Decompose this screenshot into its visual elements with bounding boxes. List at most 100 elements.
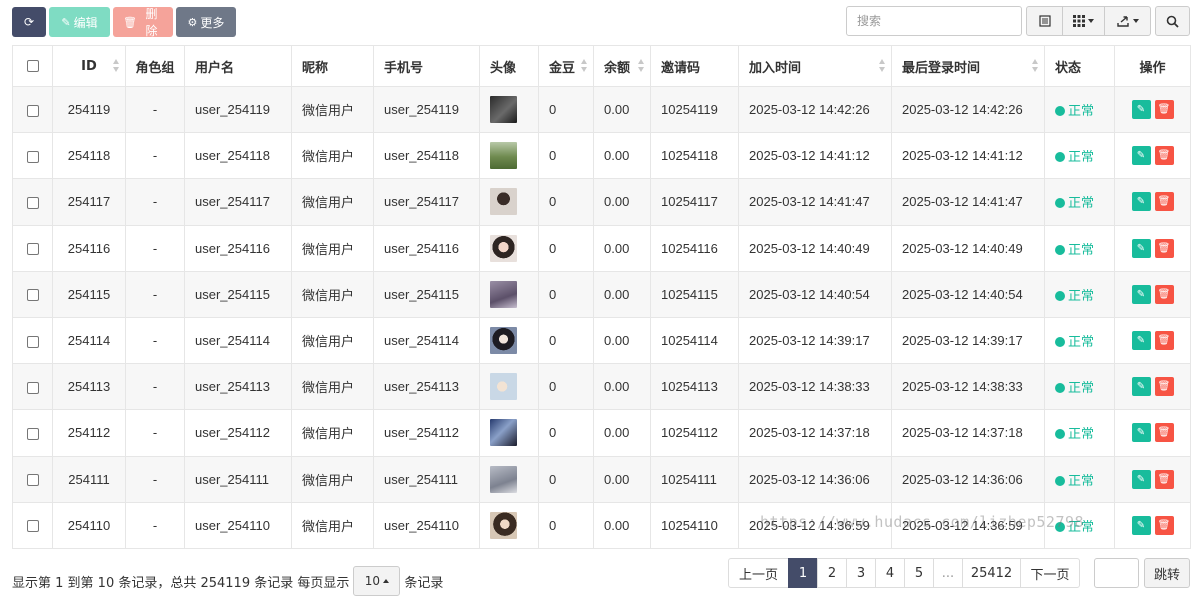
avatar[interactable] bbox=[490, 142, 517, 170]
last-page-button[interactable]: 25412 bbox=[962, 558, 1021, 588]
row-edit-button[interactable]: ✎ bbox=[1131, 469, 1151, 489]
row-edit-button[interactable]: ✎ bbox=[1131, 146, 1151, 166]
row-delete-button[interactable]: 🗑 bbox=[1154, 377, 1174, 397]
status-badge[interactable]: 正常 bbox=[1055, 243, 1094, 258]
table-row[interactable]: 254112- user_254112 微信用户 user_254112 0 0.00 10… bbox=[12, 409, 1191, 457]
columns-button[interactable] bbox=[1063, 6, 1105, 36]
page-4-button[interactable]: 4 bbox=[875, 558, 905, 588]
col-login-time[interactable]: 最后登录时间 bbox=[891, 45, 1045, 87]
cell-mobile: user_254111 bbox=[373, 455, 480, 503]
row-delete-button[interactable]: 🗑 bbox=[1154, 238, 1174, 258]
table-row[interactable]: 254119- user_254119 微信用户 user_254119 0 0.00 10… bbox=[12, 85, 1191, 134]
status-badge[interactable]: 正常 bbox=[1055, 381, 1094, 396]
edit-button[interactable]: ✎ 编辑 bbox=[49, 7, 110, 37]
row-checkbox[interactable] bbox=[26, 289, 39, 302]
row-checkbox[interactable] bbox=[26, 104, 39, 117]
next-page-button[interactable]: 下一页 bbox=[1020, 558, 1080, 588]
status-badge[interactable]: 正常 bbox=[1055, 474, 1094, 489]
status-badge[interactable]: 正常 bbox=[1055, 150, 1094, 165]
avatar[interactable] bbox=[490, 419, 517, 447]
row-edit-button[interactable]: ✎ bbox=[1131, 192, 1151, 212]
jump-page-input[interactable] bbox=[1094, 558, 1139, 588]
cell-login-time: 2025-03-12 14:39:17 bbox=[891, 316, 1045, 365]
avatar[interactable] bbox=[490, 188, 517, 216]
status-badge[interactable]: 正常 bbox=[1055, 427, 1094, 442]
row-edit-button[interactable]: ✎ bbox=[1131, 100, 1151, 120]
row-checkbox[interactable] bbox=[26, 427, 39, 440]
avatar[interactable] bbox=[490, 465, 517, 493]
page-size-select[interactable]: 10 bbox=[353, 566, 401, 596]
search-input[interactable] bbox=[846, 6, 1022, 36]
row-checkbox[interactable] bbox=[26, 243, 39, 256]
page-3-button[interactable]: 3 bbox=[846, 558, 876, 588]
delete-button[interactable]: 🗑 删除 bbox=[113, 7, 173, 38]
refresh-button[interactable]: ⟳ bbox=[12, 7, 46, 37]
cell-login-time: 2025-03-12 14:36:06 bbox=[891, 455, 1045, 503]
prev-page-button[interactable]: 上一页 bbox=[728, 558, 789, 588]
row-edit-button[interactable]: ✎ bbox=[1131, 423, 1151, 443]
select-all-checkbox[interactable] bbox=[26, 60, 39, 72]
row-checkbox[interactable] bbox=[26, 150, 39, 163]
row-checkbox[interactable] bbox=[26, 474, 39, 487]
table-row[interactable]: 254113- user_254113 微信用户 user_254113 0 0.00 10… bbox=[12, 363, 1191, 411]
cell-balance: 0.00 bbox=[593, 501, 651, 549]
row-checkbox[interactable] bbox=[26, 335, 39, 348]
row-edit-button[interactable]: ✎ bbox=[1131, 284, 1151, 304]
row-edit-button[interactable]: ✎ bbox=[1131, 515, 1151, 535]
page-1-button[interactable]: 1 bbox=[788, 558, 818, 588]
row-checkbox[interactable] bbox=[26, 197, 39, 210]
status-badge[interactable]: 正常 bbox=[1055, 104, 1094, 119]
export-button[interactable] bbox=[1105, 6, 1151, 36]
row-delete-button[interactable]: 🗑 bbox=[1154, 192, 1174, 212]
row-edit-button[interactable]: ✎ bbox=[1131, 377, 1151, 397]
table-row[interactable]: 254117- user_254117 微信用户 user_254117 0 0.00 10… bbox=[12, 178, 1191, 226]
cell-balance: 0.00 bbox=[593, 224, 651, 272]
more-button[interactable]: ⚙ 更多 bbox=[176, 7, 236, 37]
col-id[interactable]: ID bbox=[52, 45, 126, 87]
avatar[interactable] bbox=[490, 327, 517, 355]
row-delete-button[interactable]: 🗑 bbox=[1154, 515, 1174, 535]
jump-button[interactable]: 跳转 bbox=[1144, 558, 1190, 588]
table-row[interactable]: 254118- user_254118 微信用户 user_254118 0 0.00 10… bbox=[12, 132, 1191, 180]
cell-gold: 0 bbox=[538, 224, 594, 272]
avatar[interactable] bbox=[490, 511, 517, 539]
cell-gold: 0 bbox=[538, 178, 594, 226]
row-delete-button[interactable]: 🗑 bbox=[1154, 100, 1174, 120]
cell-nickname: 微信用户 bbox=[291, 224, 374, 272]
cell-join-time: 2025-03-12 14:37:18 bbox=[738, 409, 892, 457]
table-row[interactable]: 254111- user_254111 微信用户 user_254111 0 0.00 10… bbox=[12, 455, 1191, 503]
status-dot-icon bbox=[1055, 475, 1065, 486]
status-badge[interactable]: 正常 bbox=[1055, 196, 1094, 211]
table-row[interactable]: 254110- user_254110 微信用户 user_254110 0 0.00 10… bbox=[12, 501, 1191, 549]
sort-icon bbox=[581, 59, 588, 73]
row-edit-button[interactable]: ✎ bbox=[1131, 331, 1151, 351]
table-row[interactable]: 254116- user_254116 微信用户 user_254116 0 0.00 10… bbox=[12, 224, 1191, 272]
avatar[interactable] bbox=[490, 373, 517, 401]
avatar[interactable] bbox=[490, 280, 517, 308]
row-delete-button[interactable]: 🗑 bbox=[1154, 331, 1174, 351]
col-join-time[interactable]: 加入时间 bbox=[738, 45, 892, 87]
table-row[interactable]: 254115- user_254115 微信用户 user_254115 0 0.00 10… bbox=[12, 270, 1191, 318]
toggle-view-button[interactable] bbox=[1026, 6, 1063, 36]
avatar[interactable] bbox=[490, 96, 517, 124]
avatar[interactable] bbox=[490, 234, 517, 262]
page-5-button[interactable]: 5 bbox=[904, 558, 934, 588]
status-badge[interactable]: 正常 bbox=[1055, 335, 1094, 350]
status-dot-icon bbox=[1055, 521, 1065, 532]
row-checkbox[interactable] bbox=[26, 381, 39, 394]
row-checkbox[interactable] bbox=[26, 520, 39, 533]
row-edit-button[interactable]: ✎ bbox=[1131, 238, 1151, 258]
row-delete-button[interactable]: 🗑 bbox=[1154, 469, 1174, 489]
row-delete-button[interactable]: 🗑 bbox=[1154, 146, 1174, 166]
status-badge[interactable]: 正常 bbox=[1055, 289, 1094, 304]
col-balance[interactable]: 余额 bbox=[593, 45, 651, 87]
col-gold[interactable]: 金豆 bbox=[538, 45, 594, 87]
row-delete-button[interactable]: 🗑 bbox=[1154, 284, 1174, 304]
cell-username: user_254111 bbox=[184, 455, 292, 503]
status-badge[interactable]: 正常 bbox=[1055, 520, 1094, 535]
page-2-button[interactable]: 2 bbox=[817, 558, 847, 588]
table-row[interactable]: 254114- user_254114 微信用户 user_254114 0 0.00 10… bbox=[12, 316, 1191, 365]
table-header: ID 角色组 用户名 昵称 手机号 头像 金豆 余额 邀请码 加入时间 最后登录… bbox=[12, 45, 1191, 87]
row-delete-button[interactable]: 🗑 bbox=[1154, 423, 1174, 443]
search-toggle-button[interactable] bbox=[1155, 6, 1190, 36]
